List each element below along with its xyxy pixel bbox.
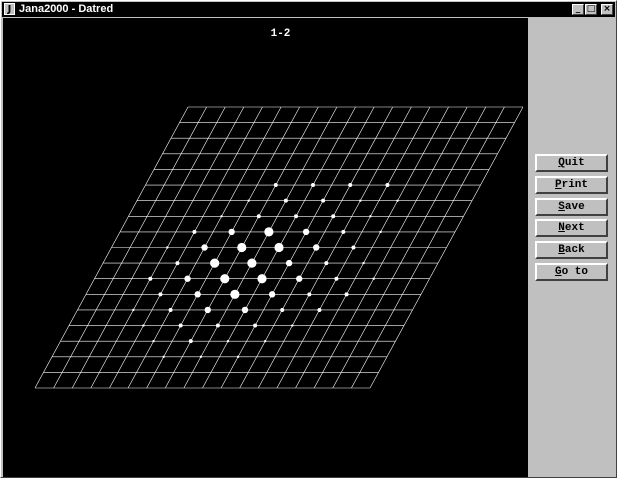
reflection-spot: [351, 245, 356, 250]
reflection-spot: [184, 275, 191, 282]
reflection-spot: [291, 324, 294, 327]
reflection-spot: [372, 277, 375, 280]
next-label-rest: ext: [564, 222, 585, 234]
plot-caption: 1-2: [270, 28, 291, 40]
close-button[interactable]: ×: [601, 4, 613, 15]
reflection-spot: [188, 339, 193, 344]
reflection-spot: [215, 323, 220, 328]
goto-label-rest: o to: [561, 266, 588, 278]
reflection-spot: [175, 261, 180, 266]
reflection-spot: [201, 244, 208, 251]
reflection-spot: [236, 355, 240, 358]
reflection-spot: [331, 214, 336, 219]
reflection-spot: [204, 306, 211, 314]
reflection-spot: [296, 275, 303, 282]
maximize-button[interactable]: □: [585, 4, 597, 15]
quit-hotkey: Q: [558, 157, 565, 169]
reflection-spot: [253, 323, 258, 328]
reflection-spot: [247, 199, 250, 202]
print-button[interactable]: Print: [535, 176, 608, 194]
reflection-spot: [264, 227, 274, 237]
reflection-spot: [334, 276, 339, 281]
back-hotkey: B: [558, 244, 565, 256]
title-bar[interactable]: J Jana2000 - Datred _ □ ×: [2, 2, 615, 17]
reflection-spot: [285, 259, 293, 267]
reflection-spot: [369, 215, 372, 218]
app-icon[interactable]: J: [4, 3, 15, 15]
reflection-spot: [341, 229, 346, 234]
reflection-spot: [396, 199, 399, 202]
next-hotkey: N: [558, 222, 565, 234]
reflection-spot: [362, 261, 365, 265]
reflection-spot: [247, 258, 257, 268]
reflection-spot: [256, 214, 261, 219]
reflection-spot: [268, 291, 276, 298]
reflection-spot: [307, 292, 312, 297]
quit-label-rest: uit: [564, 157, 585, 169]
reflection-spot: [348, 183, 353, 188]
lattice-canvas: [34, 106, 524, 389]
print-hotkey: P: [554, 179, 562, 191]
reflection-spot: [321, 198, 326, 203]
reflection-spot: [230, 289, 240, 299]
back-label-rest: ack: [564, 244, 585, 256]
reflection-spot: [166, 246, 169, 249]
reflection-spot: [283, 198, 288, 203]
reflection-spot: [274, 242, 284, 253]
command-panel: Quit Print Save Next Back Go to: [528, 18, 616, 477]
reflection-spot: [324, 261, 329, 266]
save-label-rest: ave: [564, 201, 585, 213]
quit-button[interactable]: Quit: [535, 154, 608, 172]
reflection-spot: [220, 274, 230, 284]
jana2000-window: J Jana2000 - Datred _ □ × 1-2 Quit Print…: [0, 0, 617, 478]
window-title: Jana2000 - Datred: [19, 3, 114, 15]
reflection-spot: [257, 274, 267, 284]
reflection-spot: [237, 242, 247, 253]
next-button[interactable]: Next: [535, 219, 608, 237]
save-button[interactable]: Save: [535, 198, 608, 216]
reflection-spot: [152, 339, 155, 343]
reflection-spot: [220, 215, 223, 218]
reflection-spot: [178, 323, 183, 328]
reflection-spot: [148, 276, 153, 281]
reflection-spot: [379, 230, 382, 234]
reflection-spot: [317, 307, 322, 312]
reflection-spot: [158, 292, 163, 297]
minimize-button[interactable]: _: [572, 4, 584, 15]
reflection-spot: [280, 307, 285, 312]
reflection-spot: [192, 229, 197, 234]
reciprocal-lattice-plot[interactable]: 1-2: [3, 18, 528, 477]
reflection-spot: [385, 183, 390, 188]
goto-button[interactable]: Go to: [535, 263, 608, 281]
reflection-spot: [344, 292, 349, 297]
reflection-spot: [264, 339, 267, 343]
reflection-spot: [313, 244, 320, 251]
reflection-spot: [228, 228, 235, 236]
save-hotkey: S: [558, 201, 565, 213]
reflection-spot: [210, 258, 220, 268]
reflection-spot: [241, 306, 249, 314]
reflection-spot: [302, 228, 310, 236]
reflection-spot: [294, 214, 298, 219]
reflection-spot: [311, 183, 315, 188]
reflection-spot: [142, 324, 145, 327]
reflection-spot: [359, 199, 362, 202]
reflection-spot: [168, 307, 173, 312]
reflection-spot: [162, 355, 165, 358]
reflection-spot: [199, 355, 203, 358]
reflection-spot: [194, 291, 201, 298]
reflection-spot: [132, 308, 135, 312]
reflection-spot: [273, 183, 278, 188]
back-button[interactable]: Back: [535, 241, 608, 259]
goto-hotkey: G: [554, 266, 562, 278]
reflection-spot: [226, 339, 230, 343]
print-label-rest: rint: [561, 179, 588, 191]
